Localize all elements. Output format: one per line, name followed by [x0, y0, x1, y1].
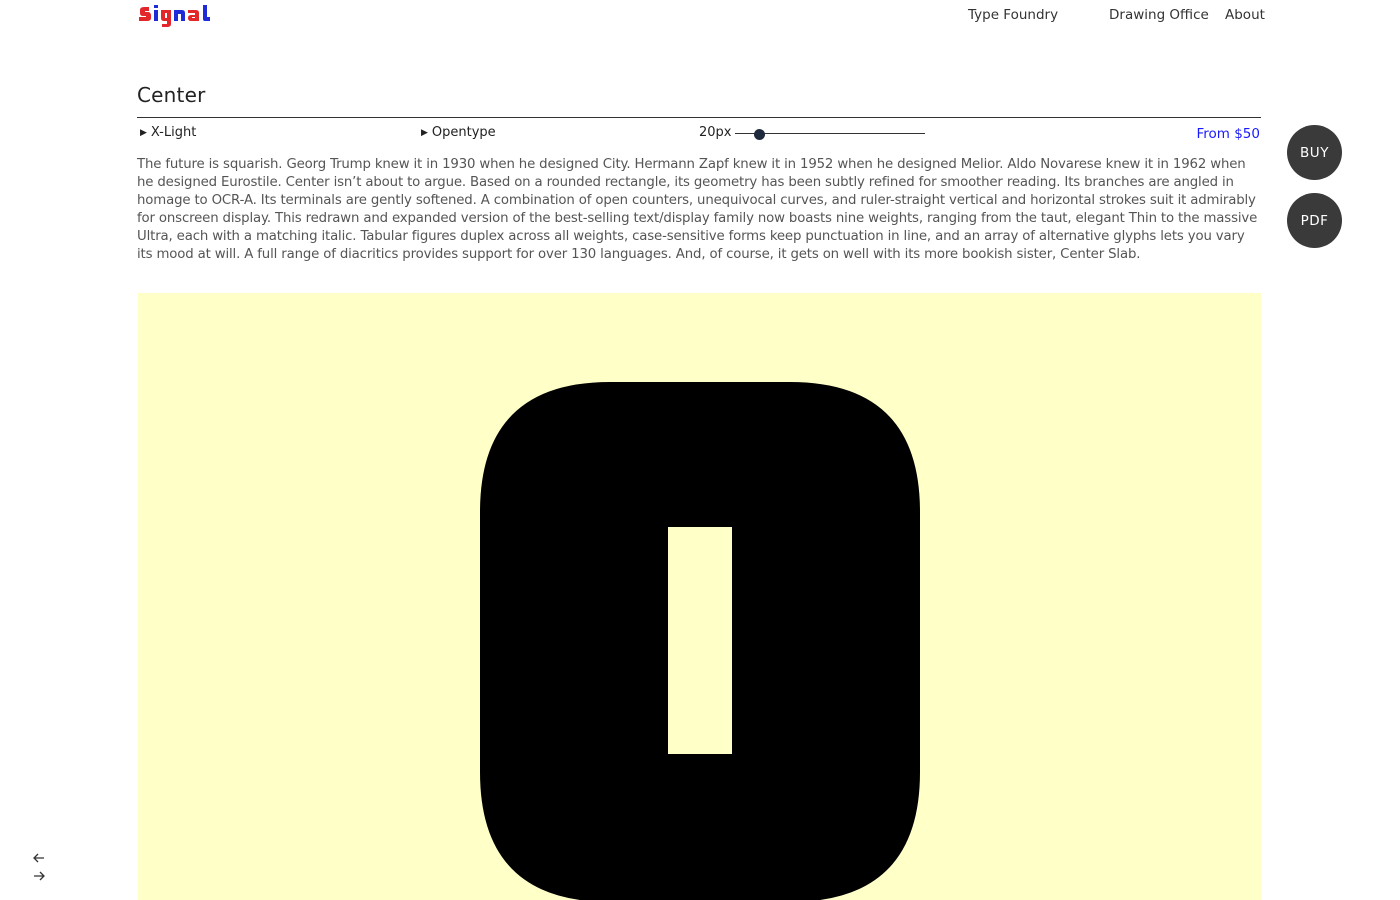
pdf-button[interactable]: PDF — [1287, 193, 1342, 248]
size-slider-handle[interactable] — [753, 129, 765, 140]
arrow-right-icon[interactable] — [30, 868, 48, 882]
arrow-left-icon[interactable] — [30, 850, 48, 864]
caret-right-icon: ▶ — [140, 127, 147, 138]
font-title: Center — [137, 83, 206, 107]
buy-button[interactable]: BUY — [1287, 125, 1342, 180]
caret-right-icon: ▶ — [421, 127, 428, 138]
font-description: The future is squarish. Georg Trump knew… — [137, 157, 1258, 262]
signal-logo[interactable] — [137, 4, 221, 28]
weight-dropdown-label: X-Light — [150, 125, 197, 140]
signal-logo-mark — [139, 5, 210, 27]
glyph-specimen — [138, 293, 1261, 900]
nav-type-foundry[interactable]: Type Foundry — [968, 7, 1058, 23]
nav-drawing-office[interactable]: Drawing Office — [1109, 7, 1209, 23]
opentype-dropdown-label: Opentype — [431, 125, 496, 140]
title-divider — [137, 117, 1261, 118]
size-readout: 20px — [699, 125, 732, 140]
specimen-glyph — [480, 382, 920, 900]
opentype-dropdown[interactable]: ▶ Opentype — [421, 125, 496, 140]
size-slider[interactable] — [735, 127, 925, 141]
nav-about[interactable]: About — [1225, 7, 1265, 23]
price-link[interactable]: From $50 — [1196, 126, 1260, 142]
weight-dropdown[interactable]: ▶ X-Light — [140, 125, 196, 140]
